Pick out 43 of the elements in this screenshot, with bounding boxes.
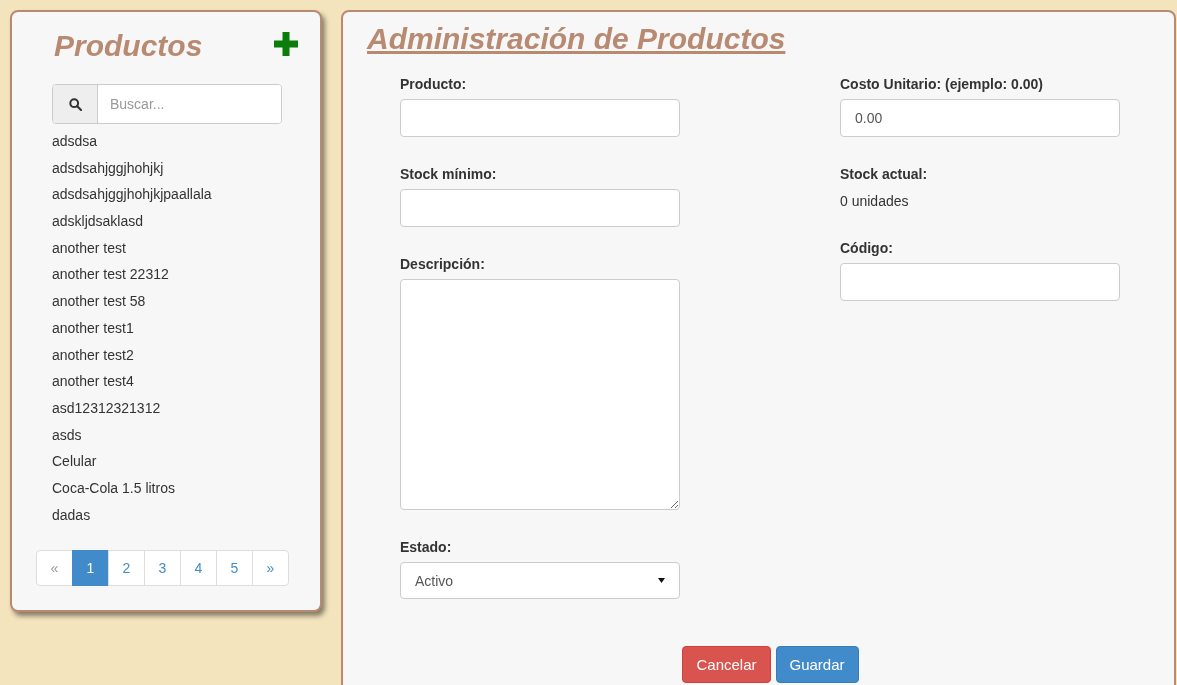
product-list-item[interactable]: another test (52, 234, 296, 262)
field-label: Stock mínimo: (400, 165, 498, 184)
product-list-item[interactable]: another test2 (52, 341, 296, 369)
input-field[interactable] (400, 189, 680, 227)
input-field[interactable]: 0.00 (840, 99, 1120, 137)
page-link[interactable]: 4 (180, 550, 217, 587)
field-label: Costo Unitario: (ejemplo: 0.00) (840, 75, 1045, 94)
product-list-item[interactable]: adsdsahjggjhohjkjpaallala (52, 181, 296, 209)
field-label: Estado: (400, 538, 453, 557)
caret-icon (658, 578, 665, 583)
product-list-item[interactable]: asds (52, 421, 296, 449)
cancel-button[interactable]: Cancelar (682, 646, 771, 683)
page-link[interactable]: 3 (144, 550, 181, 587)
stock-value: 0 unidades (840, 192, 910, 211)
product-list-item[interactable]: another test 58 (52, 288, 296, 315)
add-icon[interactable] (274, 32, 298, 56)
page-title: Administración de Productos (367, 22, 786, 55)
field-label: Descripción: (400, 255, 486, 274)
page-link[interactable]: 5 (216, 550, 253, 587)
page-link[interactable]: 1 (72, 550, 109, 587)
product-list-item[interactable]: Celular (52, 448, 296, 475)
save-button[interactable]: Guardar (775, 646, 859, 683)
product-list-item[interactable]: adsdsa (52, 128, 296, 155)
text-area[interactable] (400, 279, 680, 510)
product-list-item[interactable]: Coca-Cola 1.5 litros (52, 474, 296, 502)
sidebar-title: Productos (54, 29, 203, 63)
page-link[interactable]: 2 (108, 550, 145, 587)
product-list-item[interactable]: adsdsahjggjhohjkj (52, 154, 296, 182)
input-field[interactable] (400, 99, 680, 137)
field-label: Producto: (400, 75, 468, 94)
page-link[interactable]: » (252, 550, 289, 587)
field-label: Stock actual: (840, 165, 929, 184)
input-field[interactable] (840, 263, 1120, 301)
search-field[interactable]: Buscar... (52, 84, 282, 124)
product-list-item[interactable]: another test4 (52, 368, 296, 395)
product-list-item[interactable]: another test1 (52, 314, 296, 342)
product-list-item[interactable]: another test 22312 (52, 261, 296, 289)
product-list-item[interactable]: asd12312321312 (52, 394, 296, 422)
product-list-item[interactable]: dadas (52, 501, 296, 529)
product-list-item[interactable]: adskljdsaklasd (52, 208, 296, 235)
field-label: Código: (840, 239, 894, 258)
status-dropdown[interactable]: Activo (400, 562, 680, 599)
search-icon (68, 97, 82, 111)
